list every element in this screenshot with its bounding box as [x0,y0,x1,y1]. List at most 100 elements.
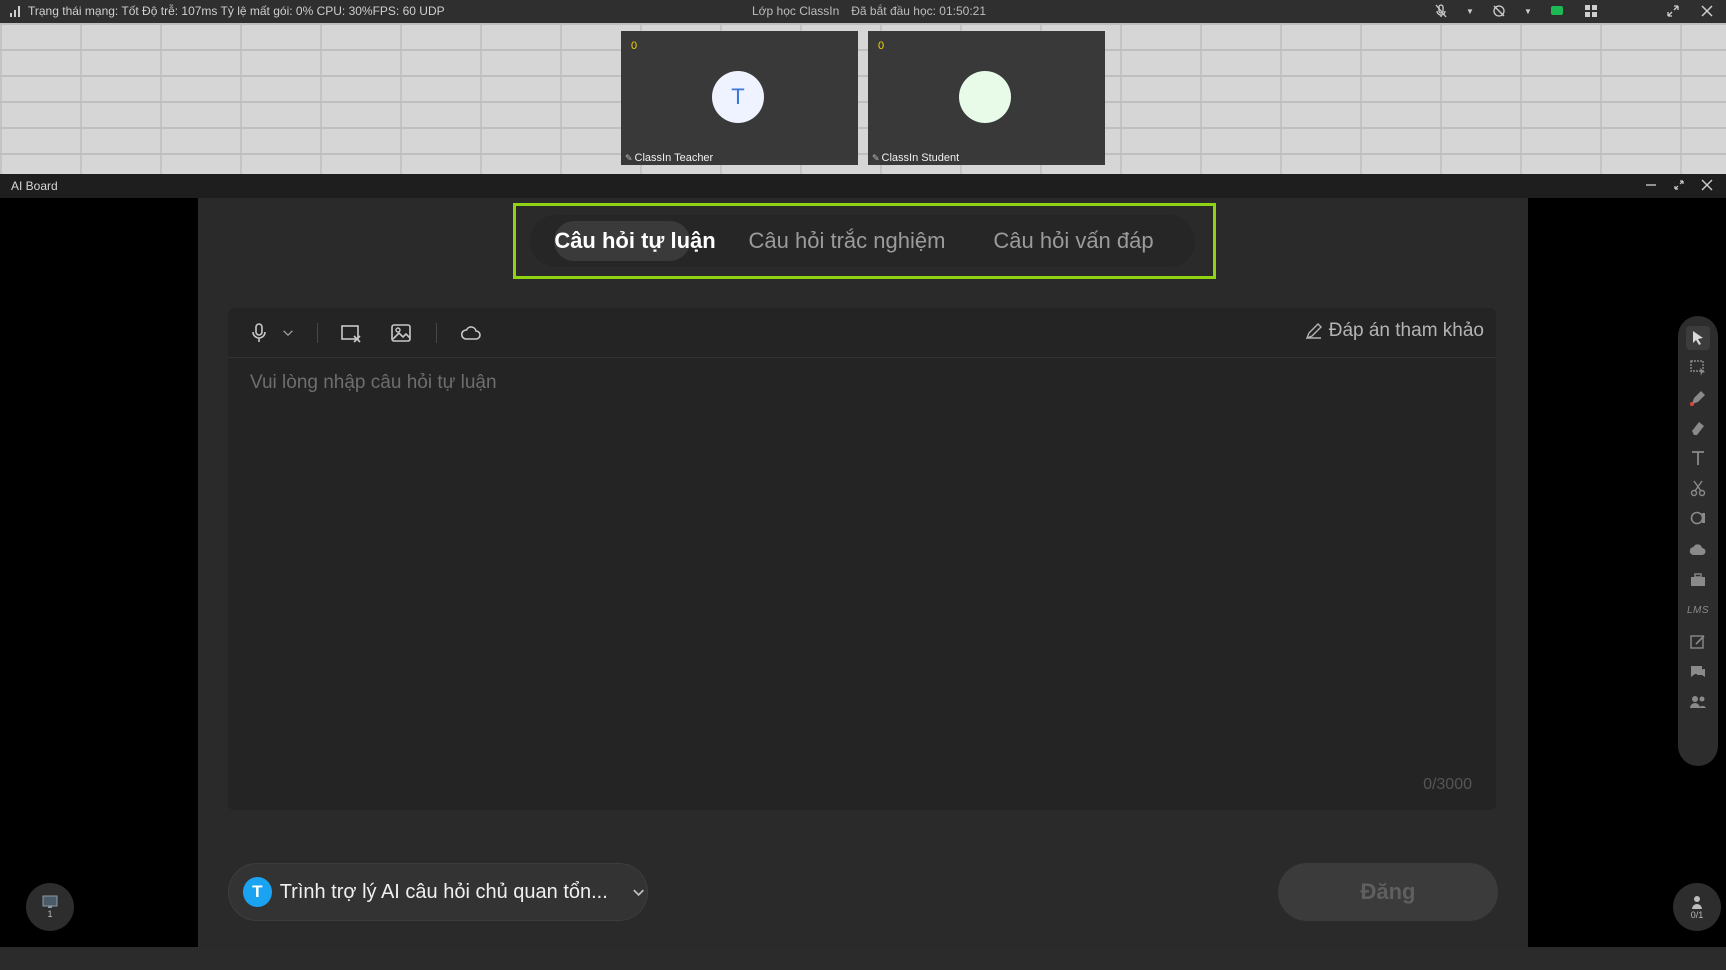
question-type-tabs: Câu hỏi tự luận Câu hỏi trắc nghiệm Câu … [530,215,1195,267]
close-icon[interactable] [1698,3,1716,19]
participant-name: ✎ ClassIn Student [872,152,959,164]
eraser-tool[interactable] [1686,416,1710,440]
video-tile-student[interactable]: 0 ✎ ClassIn Student [868,31,1105,165]
area-select-icon [1690,360,1705,376]
board-page-count: 1 [47,909,53,919]
mic-muted-icon[interactable] [1432,3,1450,19]
cloud-icon [460,326,481,340]
voice-options-dropdown[interactable] [280,321,296,345]
cursor-icon [1693,331,1703,345]
board-header: AI Board [0,174,1726,198]
close-icon[interactable] [1700,178,1714,192]
area-select-tool[interactable] [1686,356,1710,380]
screen-share-icon[interactable] [1548,3,1566,19]
reward-count: 0 [631,40,638,52]
chat-tool[interactable] [1686,660,1710,684]
screenshot-button[interactable] [340,321,362,345]
microphone-icon [252,323,266,342]
class-name: Lớp học ClassIn [752,4,840,18]
bottom-strip [0,947,1726,970]
board-pages-button[interactable]: 1 [26,883,74,931]
scissors-tool[interactable] [1686,476,1710,500]
mic-dropdown-chevron-icon[interactable]: ▼ [1466,3,1474,19]
topbar-controls: ▼ ▼ [1432,3,1716,19]
chat-icon [1691,666,1705,677]
cloud-icon [1689,544,1706,556]
grid-layout-icon[interactable] [1582,3,1600,19]
ai-assistant-selector[interactable]: T Trình trợ lý AI câu hỏi chủ quan tổn..… [228,863,648,921]
network-status: Trạng thái mạng: Tốt Độ trễ: 107ms Tỷ lệ… [10,4,445,18]
post-button[interactable]: Đăng [1278,863,1498,921]
text-icon [1692,451,1704,465]
text-tool[interactable] [1686,446,1710,470]
question-editor: Đáp án tham khảo 0/3000 [228,308,1496,810]
tab-label: Câu hỏi tự luận [554,228,716,253]
lms-tool[interactable]: LMS [1686,598,1710,622]
toolbox-tool[interactable] [1686,568,1710,592]
cloud-drive-button[interactable] [460,321,482,345]
tab-essay-question[interactable]: Câu hỏi tự luận [542,215,728,267]
select-tool[interactable] [1686,326,1710,350]
board-title: AI Board [11,179,58,193]
class-info: Lớp học ClassIn Đã bắt đầu học: 01:50:21 [752,4,986,18]
video-tile-teacher[interactable]: 0 T ✎ ClassIn Teacher [621,31,858,165]
raise-hand-button[interactable]: 0/1 [1673,883,1721,931]
network-status-text: Trạng thái mạng: Tốt Độ trễ: 107ms Tỷ lệ… [28,4,445,18]
mic-icon: ✎ [872,152,880,163]
app-root: Trạng thái mạng: Tốt Độ trễ: 107ms Tỷ lệ… [0,0,1726,970]
edit-icon [1690,635,1705,649]
scissors-icon [1690,480,1706,497]
participant-name-label: ClassIn Student [881,152,960,164]
whiteboard-tool-strip: LMS [1678,316,1718,766]
tab-label: Câu hỏi vấn đáp [993,228,1154,253]
members-tool[interactable] [1686,690,1710,714]
mic-icon: ✎ [625,152,633,163]
toolbar-divider [317,323,318,343]
insert-image-button[interactable] [390,321,412,345]
tab-multiple-choice-question[interactable]: Câu hỏi trắc nghiệm [728,215,966,267]
board-page-icon [42,895,58,908]
chevron-down-icon [283,330,293,337]
restore-icon[interactable] [1672,178,1686,192]
shape-tool[interactable] [1686,506,1710,530]
pen-tool[interactable] [1686,386,1710,410]
screenshot-icon [341,325,361,343]
editor-toolbar: Đáp án tham khảo [228,308,1496,358]
assistant-avatar: T [243,877,272,907]
reference-answer-label: Đáp án tham khảo [1328,320,1484,341]
minimize-icon[interactable] [1644,178,1658,192]
fullscreen-icon[interactable] [1664,3,1682,19]
character-counter: 0/3000 [1423,776,1472,793]
toolbar-divider [436,323,437,343]
image-icon [391,324,411,342]
question-panel: Câu hỏi tự luận Câu hỏi trắc nghiệm Câu … [198,198,1528,947]
shape-icon [1690,511,1705,525]
participant-name-label: ClassIn Teacher [634,152,714,164]
video-strip: 0 T ✎ ClassIn Teacher 0 ✎ ClassIn Studen… [0,23,1726,174]
tab-oral-question[interactable]: Câu hỏi vấn đáp [966,215,1181,267]
pencil-icon [1305,323,1322,340]
voice-input-button[interactable] [248,321,270,345]
chevron-down-icon [633,889,644,897]
board-area: Câu hỏi tự luận Câu hỏi trắc nghiệm Câu … [0,198,1726,947]
camera-muted-icon[interactable] [1490,3,1508,19]
pen-icon [1690,391,1705,406]
assistant-label: Trình trợ lý AI câu hỏi chủ quan tổn... [279,880,608,903]
users-icon [1690,696,1706,708]
avatar [959,71,1011,123]
signal-icon [10,5,20,17]
stage-count: 0/1 [1690,910,1704,920]
essay-question-input[interactable] [250,372,1470,752]
reward-count: 0 [878,40,885,52]
board-window-controls [1644,178,1714,192]
cloud-tool[interactable] [1686,538,1710,562]
participant-name: ✎ ClassIn Teacher [625,152,713,164]
tab-label: Câu hỏi trắc nghiệm [748,228,946,253]
eraser-icon [1692,422,1704,435]
camera-dropdown-chevron-icon[interactable]: ▼ [1524,3,1532,19]
reference-answer-button[interactable]: Đáp án tham khảo [1305,320,1484,342]
top-status-bar: Trạng thái mạng: Tốt Độ trễ: 107ms Tỷ lệ… [0,0,1726,23]
class-elapsed-time: Đã bắt đầu học: 01:50:21 [851,4,987,18]
edit-tool[interactable] [1686,630,1710,654]
toolbox-icon [1691,573,1705,586]
